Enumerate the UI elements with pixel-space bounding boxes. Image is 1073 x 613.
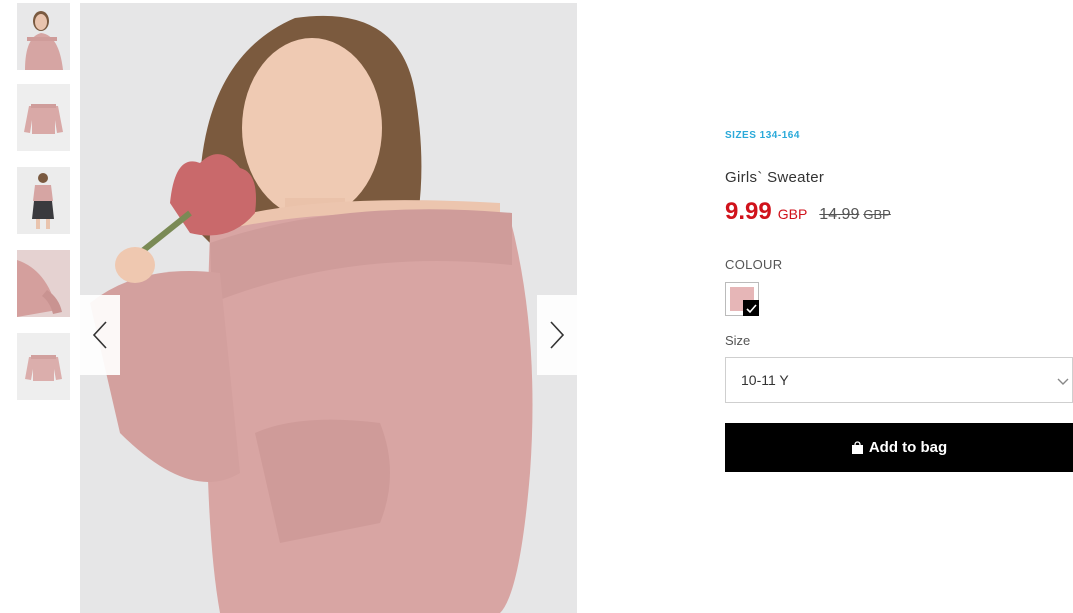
chevron-left-icon: [92, 321, 107, 349]
product-title: Girls` Sweater: [725, 169, 825, 186]
thumbnail-model-front[interactable]: [17, 3, 70, 70]
colour-swatch-pink[interactable]: [725, 282, 759, 316]
original-price-currency: GBP: [863, 207, 891, 222]
main-product-image[interactable]: [80, 3, 577, 613]
add-to-bag-label: Add to bag: [868, 439, 948, 456]
size-selected-value: 10-11 Y: [741, 372, 789, 388]
original-price: 14.99: [819, 206, 860, 223]
product-page: SIZES 134-164 Girls` Sweater 9.99 GBP 14…: [0, 0, 1073, 613]
thumbnail-model-full[interactable]: [17, 167, 70, 234]
previous-image-button[interactable]: [80, 295, 120, 375]
current-price: 9.99: [725, 198, 772, 225]
current-price-currency: GBP: [777, 206, 808, 222]
thumbnail-sweater-flat[interactable]: [17, 84, 70, 151]
chevron-down-icon: [1057, 378, 1069, 385]
price-row: 9.99 GBP 14.99 GBP: [725, 198, 891, 226]
sizes-badge: SIZES 134-164: [725, 130, 800, 141]
thumbnail-strip: [17, 3, 70, 416]
chevron-right-icon: [550, 321, 565, 349]
size-label: Size: [725, 333, 751, 348]
product-photo: [80, 3, 577, 613]
shopping-bag-icon: [851, 440, 863, 454]
thumbnail-sweater-back[interactable]: [17, 333, 70, 400]
size-dropdown[interactable]: 10-11 Y: [725, 357, 1073, 403]
thumbnail-sleeve-detail[interactable]: [17, 250, 70, 317]
add-to-bag-button[interactable]: Add to bag: [725, 423, 1073, 472]
selected-check-icon: [743, 300, 759, 316]
next-image-button[interactable]: [537, 295, 577, 375]
colour-label: COLOUR: [725, 257, 783, 272]
